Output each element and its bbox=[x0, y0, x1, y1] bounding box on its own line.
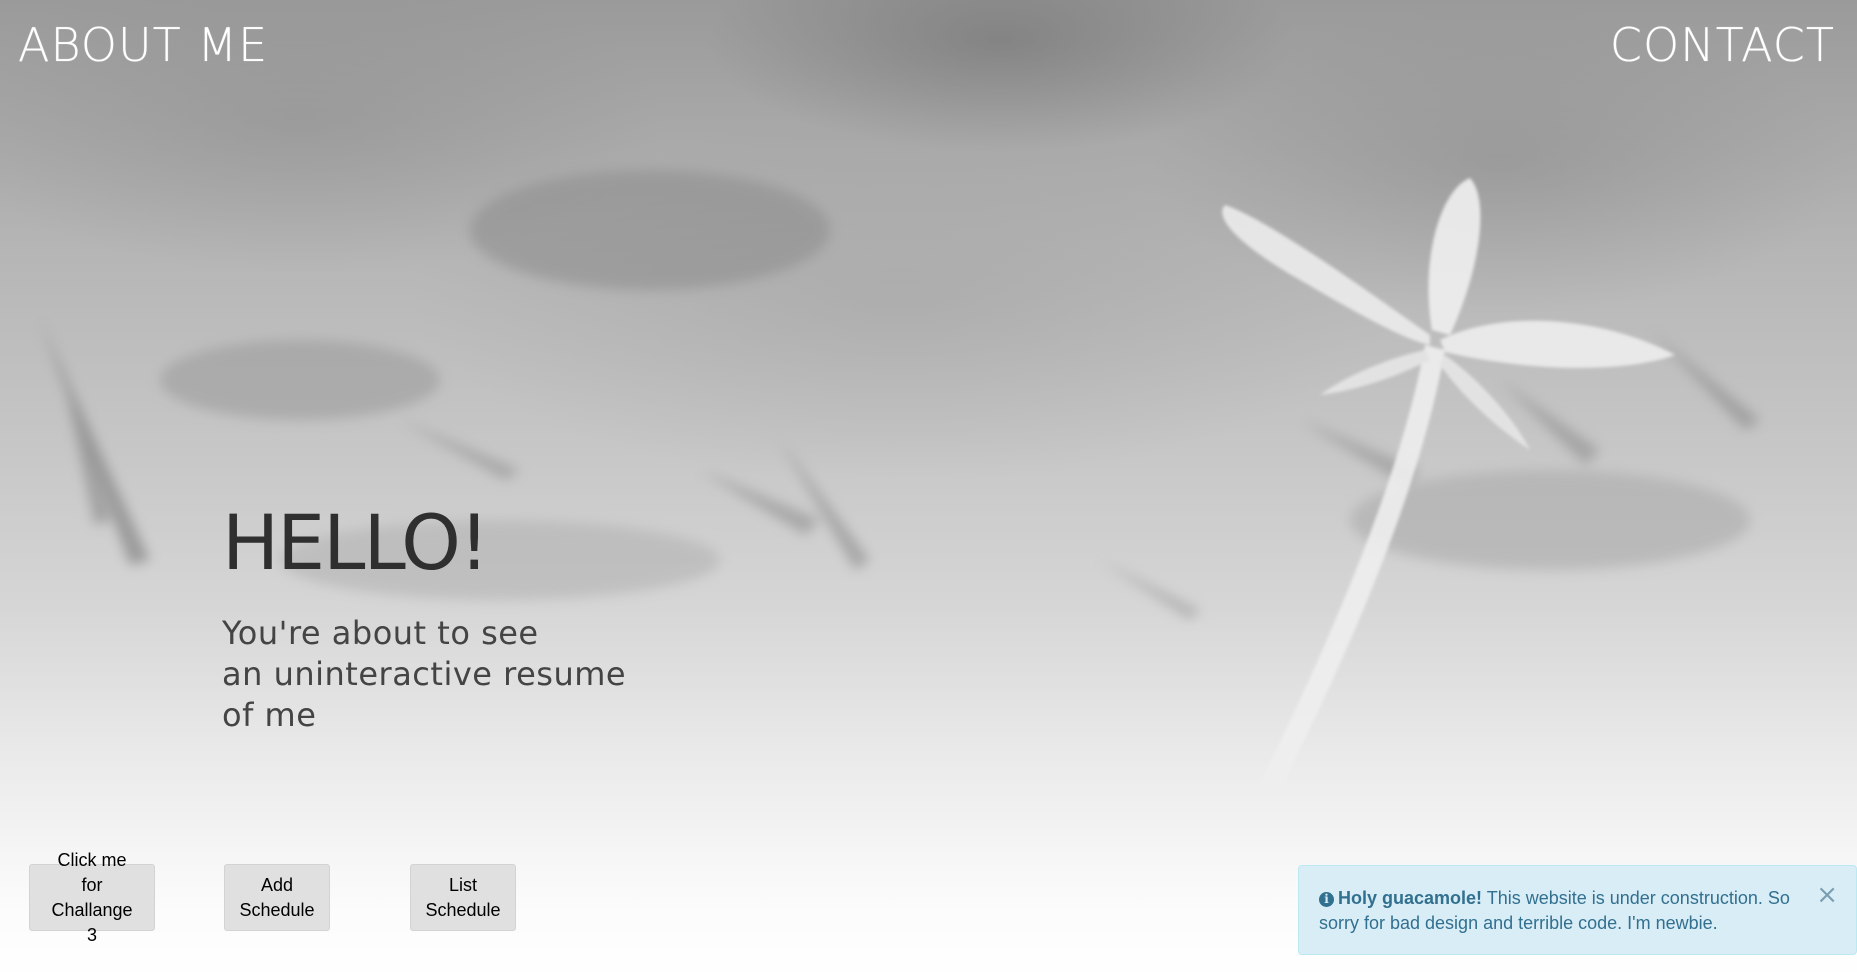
hero-title: HELLO! bbox=[222, 498, 489, 587]
add-schedule-button[interactable]: Add Schedule bbox=[224, 864, 330, 931]
button-label-line: Add bbox=[260, 874, 294, 895]
hero-section: HELLO! You're about to see an uninteract… bbox=[222, 505, 626, 736]
alert-heading: Holy guacamole! bbox=[1338, 888, 1483, 908]
list-schedule-button[interactable]: List Schedule bbox=[410, 864, 516, 931]
button-label-line: Challange 3 bbox=[51, 899, 133, 945]
nav-contact-link[interactable]: CONTACT bbox=[1610, 22, 1835, 68]
hero-subtitle-line: You're about to see bbox=[222, 614, 539, 652]
button-label-line: List bbox=[448, 874, 477, 895]
hero-subtitle-line: an uninteractive resume bbox=[222, 655, 627, 693]
close-icon[interactable]: × bbox=[1816, 882, 1838, 908]
challenge-3-button[interactable]: Click me for Challange 3 bbox=[29, 850, 155, 945]
info-circle-icon: i bbox=[1319, 892, 1334, 907]
background-photo bbox=[0, 0, 1857, 980]
button-label-line: Schedule bbox=[239, 899, 315, 920]
flower-illustration bbox=[40, 170, 1760, 785]
construction-alert: i Holy guacamole! This website is under c… bbox=[1298, 865, 1857, 955]
nav-about-me-link[interactable]: ABOUT ME bbox=[18, 22, 268, 68]
hero-subtitle-line: of me bbox=[222, 696, 317, 734]
hero-subtitle: You're about to see an uninteractive res… bbox=[222, 613, 626, 736]
button-label-line: Click me for bbox=[57, 849, 127, 895]
button-label-line: Schedule bbox=[425, 899, 501, 920]
